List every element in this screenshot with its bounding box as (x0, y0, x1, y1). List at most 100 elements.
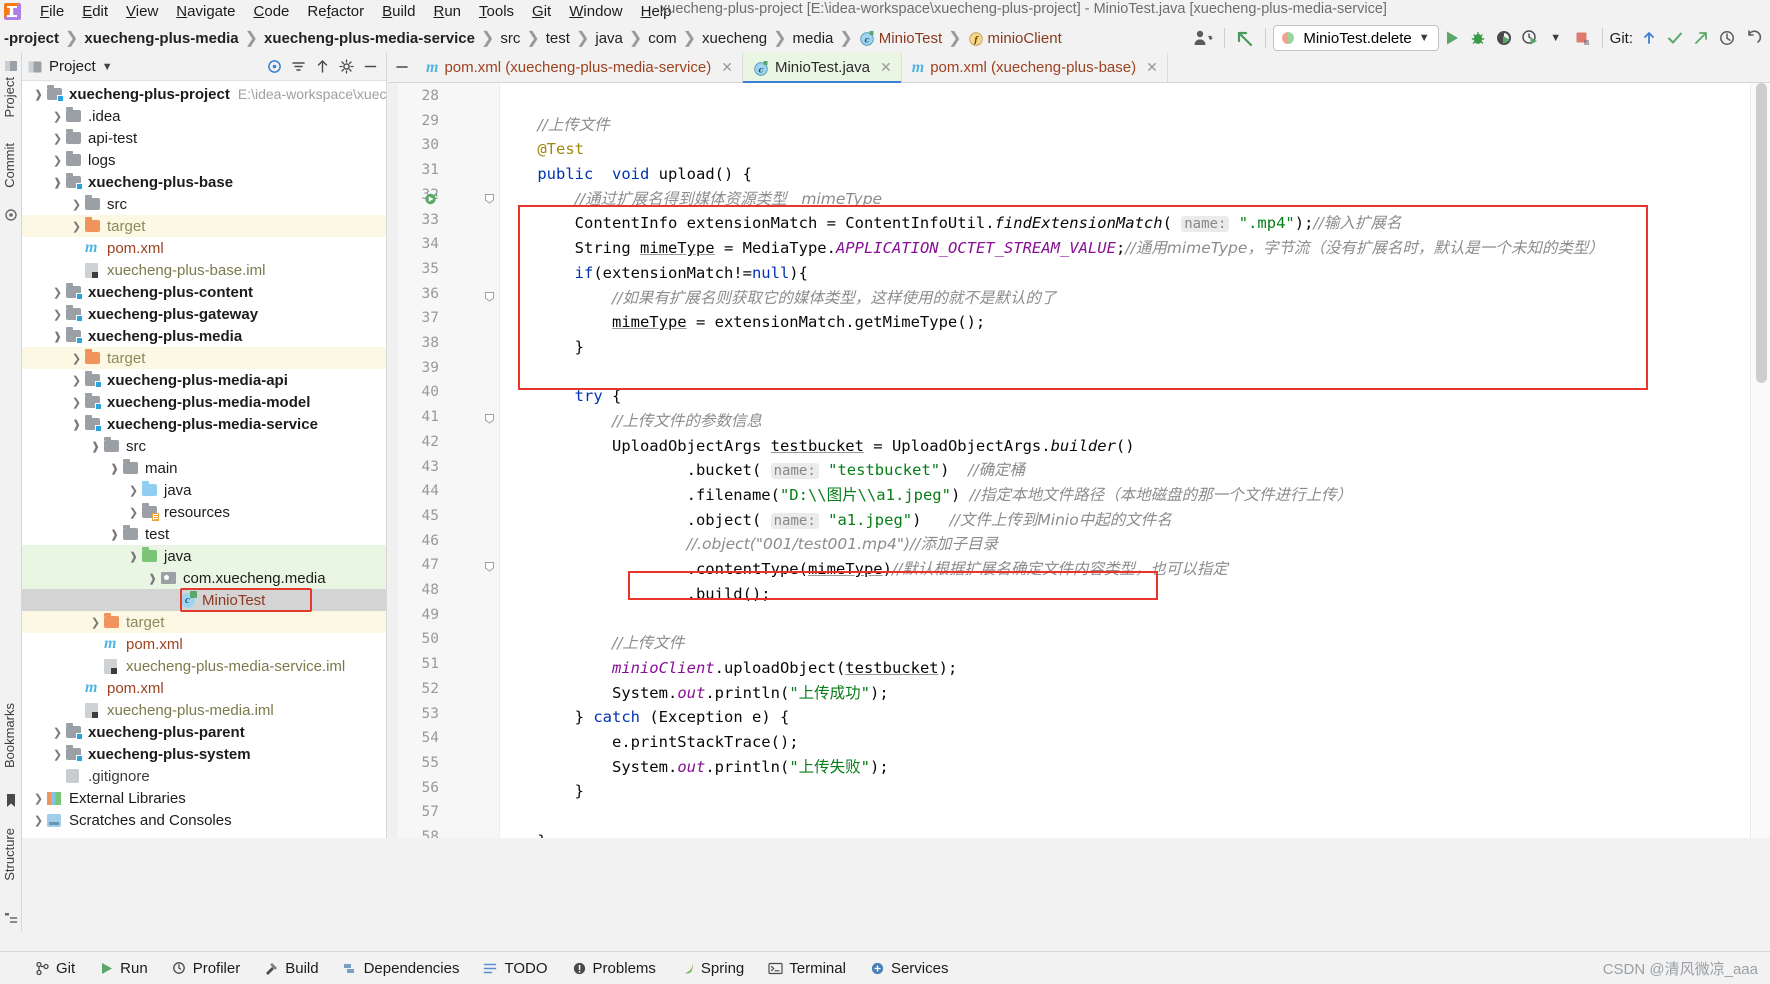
breadcrumb-item-xuecheng[interactable]: xuecheng (700, 30, 769, 47)
tab-miniotest-java[interactable]: c MinioTest.java ✕ (742, 53, 902, 83)
tree-node-xuecheng-plus-media-service[interactable]: ❱ xuecheng-plus-media-service (22, 413, 386, 435)
project-tool-icon[interactable] (4, 59, 18, 73)
menu-tools[interactable]: Tools (470, 1, 523, 23)
tree-node-miniotest[interactable]: c MinioTest (22, 589, 386, 611)
tree-node-resources[interactable]: ❯ resources (22, 501, 386, 523)
expand-arrow-icon[interactable]: ❯ (32, 814, 45, 827)
expand-arrow-icon[interactable]: ❯ (51, 132, 64, 145)
collapse-arrow-icon[interactable]: ❱ (51, 330, 64, 343)
menu-view[interactable]: View (117, 1, 167, 23)
tree-node-xuecheng-plus-system[interactable]: ❯ xuecheng-plus-system (22, 743, 386, 765)
strip-label-structure[interactable]: Structure (2, 828, 17, 881)
collapse-arrow-icon[interactable]: ❱ (51, 176, 64, 189)
breadcrumb-item-java[interactable]: java (593, 30, 625, 47)
bottom-item-services[interactable]: Services (861, 957, 958, 980)
tree-node-xuecheng-plus-media-api[interactable]: ❯ xuecheng-plus-media-api (22, 369, 386, 391)
chevron-down-icon[interactable]: ▼ (102, 61, 113, 73)
tree-node-src[interactable]: ❱ src (22, 435, 386, 457)
expand-arrow-icon[interactable]: ❯ (70, 396, 83, 409)
tree-node-gitignore[interactable]: .gitignore (22, 765, 386, 787)
expand-arrow-icon[interactable]: ❯ (51, 154, 64, 167)
tab-pom-base[interactable]: m pom.xml (xuecheng-plus-base) ✕ (901, 53, 1168, 82)
tab-pom-media-service[interactable]: m pom.xml (xuecheng-plus-media-service) … (416, 53, 743, 82)
editor-gutter[interactable]: 2829303132333435363738394041424344454647… (388, 83, 500, 838)
back-arrow-icon[interactable] (1232, 26, 1258, 50)
breadcrumb-item-project[interactable]: -project (2, 30, 61, 47)
breadcrumb-item-miniotest[interactable]: c MinioTest (857, 30, 944, 47)
tree-node-xuecheng-plus-media[interactable]: ❱ xuecheng-plus-media (22, 325, 386, 347)
expand-icon[interactable] (315, 59, 330, 74)
hide-panel-icon[interactable] (363, 59, 378, 74)
tree-node-src[interactable]: ❯ src (22, 193, 386, 215)
project-tree[interactable]: ❱ xuecheng-plus-project E:\idea-workspace\… (22, 81, 386, 838)
breadcrumb-item-src[interactable]: src (498, 30, 522, 47)
menu-refactor[interactable]: Refactor (298, 1, 373, 23)
bottom-item-terminal[interactable]: Terminal (759, 957, 855, 980)
menu-code[interactable]: Code (245, 1, 299, 23)
user-avatar-icon[interactable] (1191, 26, 1217, 50)
tree-node-target[interactable]: ❯ target (22, 215, 386, 237)
tree-node-com-xuecheng-media[interactable]: ❱ com.xuecheng.media (22, 567, 386, 589)
expand-arrow-icon[interactable]: ❯ (51, 308, 64, 321)
menu-build[interactable]: Build (373, 1, 424, 23)
stop-button[interactable] (1569, 26, 1595, 50)
tree-node-target[interactable]: ❯ target (22, 611, 386, 633)
tree-node-logs[interactable]: ❯ logs (22, 149, 386, 171)
expand-arrow-icon[interactable]: ❯ (70, 220, 83, 233)
run-configuration-selector[interactable]: MinioTest.delete ▼ (1273, 25, 1439, 51)
tree-node-java[interactable]: ❱ java (22, 545, 386, 567)
tree-node-test[interactable]: ❱ test (22, 523, 386, 545)
fold-marker[interactable] (484, 561, 495, 572)
close-icon[interactable]: ✕ (1146, 59, 1158, 76)
collapse-arrow-icon[interactable]: ❱ (70, 418, 83, 431)
close-icon[interactable]: ✕ (721, 59, 733, 76)
git-commit-icon[interactable] (1662, 26, 1688, 50)
collapse-arrow-icon[interactable]: ❱ (108, 462, 121, 475)
bottom-item-git[interactable]: Git (26, 957, 84, 980)
structure-icon[interactable] (4, 911, 18, 925)
expand-arrow-icon[interactable]: ❯ (70, 352, 83, 365)
collapse-arrow-icon[interactable]: ❱ (108, 528, 121, 541)
tree-node-xuecheng-plus-base[interactable]: ❱ xuecheng-plus-base (22, 171, 386, 193)
tree-node-pom-xml[interactable]: m pom.xml (22, 633, 386, 655)
expand-arrow-icon[interactable]: ❯ (127, 484, 140, 497)
bottom-item-todo[interactable]: TODO (474, 957, 556, 980)
collapse-all-icon[interactable] (291, 59, 306, 74)
git-push-icon[interactable] (1688, 26, 1714, 50)
menu-window[interactable]: Window (560, 1, 631, 23)
menu-git[interactable]: Git (523, 1, 560, 23)
fold-marker[interactable] (484, 413, 495, 424)
expand-arrow-icon[interactable]: ❯ (51, 286, 64, 299)
code-viewport[interactable]: 2829303132333435363738394041424344454647… (388, 83, 1770, 838)
tabs-hide-icon[interactable] (388, 52, 416, 82)
settings-gear-icon[interactable] (339, 59, 354, 74)
tree-node-external-libraries[interactable]: ❯ External Libraries (22, 787, 386, 809)
tree-node-xuecheng-plus-base-iml[interactable]: xuecheng-plus-base.iml (22, 259, 386, 281)
commit-check-icon[interactable] (4, 208, 18, 222)
breadcrumb-item-media[interactable]: xuecheng-plus-media (82, 30, 240, 47)
tree-node-xuecheng-plus-project[interactable]: ❱ xuecheng-plus-project E:\idea-workspace\… (22, 83, 386, 105)
tree-node-pom-xml[interactable]: m pom.xml (22, 237, 386, 259)
fold-marker[interactable] (484, 193, 495, 204)
menu-edit[interactable]: Edit (73, 1, 117, 23)
tree-node-xuecheng-plus-parent[interactable]: ❯ xuecheng-plus-parent (22, 721, 386, 743)
bookmark-icon[interactable] (4, 793, 18, 807)
bottom-item-run[interactable]: Run (90, 957, 157, 980)
collapse-arrow-icon[interactable]: ❱ (146, 572, 159, 585)
menu-run[interactable]: Run (424, 1, 470, 23)
editor-scrollbar-thumb[interactable] (1756, 83, 1767, 383)
collapse-arrow-icon[interactable]: ❱ (89, 440, 102, 453)
undo-icon[interactable] (1740, 26, 1766, 50)
tree-node-scratches-and-consoles[interactable]: ❯ Scratches and Consoles (22, 809, 386, 831)
bottom-item-problems[interactable]: Problems (563, 957, 665, 980)
tree-node-pom-xml[interactable]: m pom.xml (22, 677, 386, 699)
editor-marker-bar[interactable] (1750, 83, 1770, 838)
run-with-coverage-button[interactable] (1491, 26, 1517, 50)
run-test-gutter-icon[interactable] (424, 192, 439, 207)
strip-label-commit[interactable]: Commit (2, 143, 17, 188)
tree-node-idea[interactable]: ❯ .idea (22, 105, 386, 127)
tree-node-xuecheng-plus-gateway[interactable]: ❯ xuecheng-plus-gateway (22, 303, 386, 325)
history-icon[interactable] (1714, 26, 1740, 50)
tree-node-target[interactable]: ❯ target (22, 347, 386, 369)
expand-arrow-icon[interactable]: ❯ (51, 110, 64, 123)
